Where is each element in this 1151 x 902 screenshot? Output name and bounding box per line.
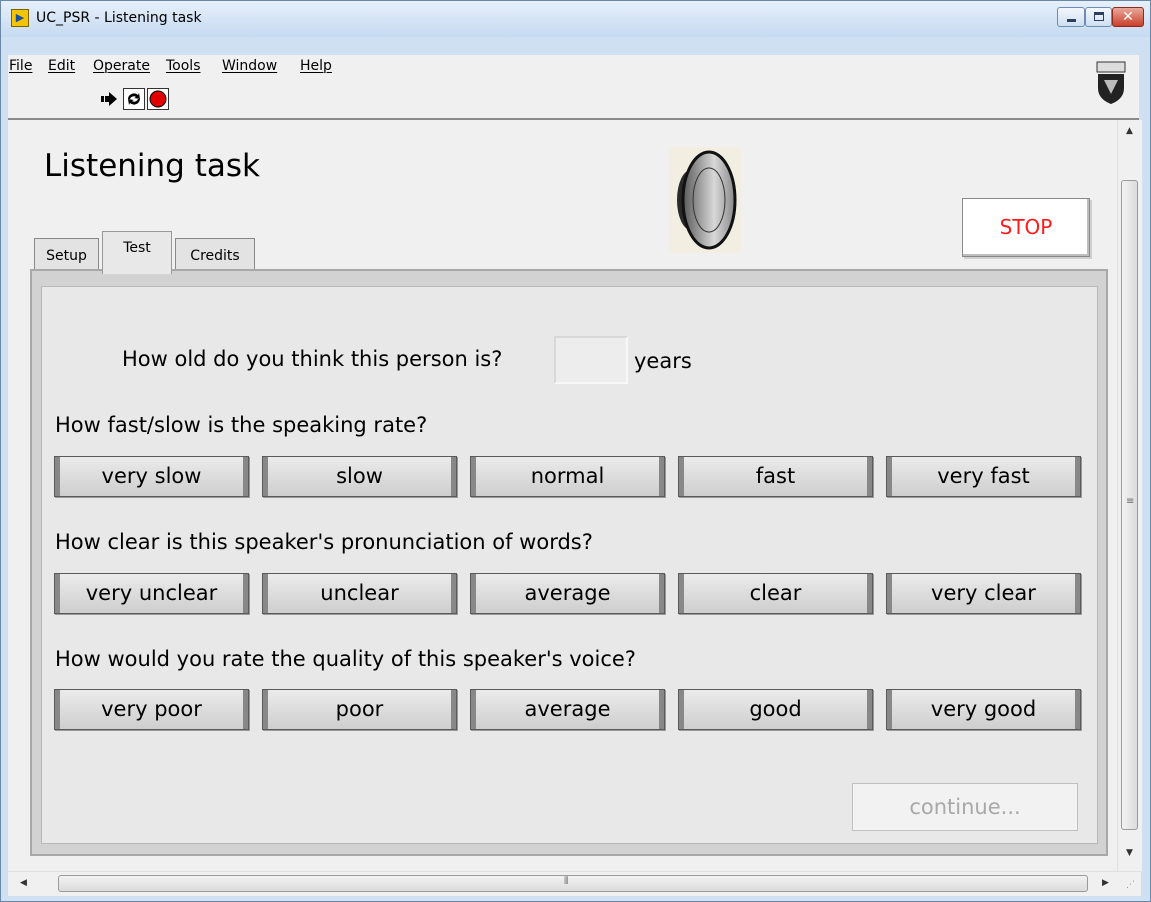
minimize-button[interactable]	[1057, 7, 1085, 27]
vertical-scrollbar[interactable]: ▲ ≡ ▼	[1117, 120, 1142, 871]
scroll-left-icon[interactable]: ◀	[20, 878, 27, 888]
menu-operate[interactable]: Operate	[93, 58, 150, 74]
scroll-down-icon[interactable]: ▼	[1126, 848, 1133, 858]
scroll-right-icon[interactable]: ▶	[1102, 878, 1109, 888]
menu-help[interactable]: Help	[300, 58, 332, 74]
tab-setup[interactable]: Setup	[34, 238, 99, 271]
labview-icon: ▶	[11, 9, 29, 27]
menu-file[interactable]: File	[9, 58, 32, 74]
scroll-up-icon[interactable]: ▲	[1126, 126, 1133, 136]
rate-normal-button[interactable]: normal	[470, 456, 665, 497]
age-unit-label: years	[634, 349, 692, 373]
horizontal-scroll-thumb[interactable]: ⦀	[58, 875, 1088, 892]
maximize-button[interactable]	[1085, 7, 1112, 27]
rate-very-fast-button[interactable]: very fast	[886, 456, 1081, 497]
quality-very-poor-button[interactable]: very poor	[54, 689, 249, 730]
clarity-average-button[interactable]: average	[470, 573, 665, 614]
run-continuously-icon[interactable]	[123, 88, 145, 110]
horizontal-scrollbar[interactable]: ◀ ⦀ ▶ ⋰	[8, 871, 1141, 896]
vertical-scroll-thumb[interactable]: ≡	[1121, 180, 1138, 830]
quality-average-button[interactable]: average	[470, 689, 665, 730]
menu-edit[interactable]: Edit	[48, 58, 75, 74]
quality-poor-button[interactable]: poor	[262, 689, 457, 730]
university-logo	[1095, 58, 1127, 116]
clarity-question: How clear is this speaker's pronunciatio…	[55, 530, 593, 554]
rate-fast-button[interactable]: fast	[678, 456, 873, 497]
quality-very-good-button[interactable]: very good	[886, 689, 1081, 730]
resize-grip-icon[interactable]: ⋰	[1126, 880, 1135, 890]
title-bar[interactable]: ▶ UC_PSR - Listening task ✕	[1, 1, 1150, 37]
window-title: UC_PSR - Listening task	[36, 10, 202, 26]
close-button[interactable]: ✕	[1112, 7, 1144, 27]
menu-tools[interactable]: Tools	[166, 58, 201, 74]
page-title: Listening task	[44, 148, 260, 184]
application-window: ▶ UC_PSR - Listening task ✕ File Edit Op…	[0, 0, 1151, 902]
rate-very-slow-button[interactable]: very slow	[54, 456, 249, 497]
minimize-icon	[1067, 19, 1076, 22]
grip-icon: ⦀	[564, 876, 569, 887]
tab-test[interactable]: Test	[102, 231, 172, 274]
age-question: How old do you think this person is?	[122, 347, 503, 371]
quality-question: How would you rate the quality of this s…	[55, 647, 636, 671]
stop-button[interactable]: STOP	[962, 198, 1090, 257]
quality-good-button[interactable]: good	[678, 689, 873, 730]
clarity-very-unclear-button[interactable]: very unclear	[54, 573, 249, 614]
abort-icon[interactable]	[147, 88, 169, 110]
rate-question: How fast/slow is the speaking rate?	[55, 413, 428, 437]
front-panel: Listening task STOP Setup Test Credits H…	[8, 120, 1117, 871]
tab-credits[interactable]: Credits	[175, 238, 255, 271]
maximize-icon	[1094, 12, 1104, 21]
clarity-clear-button[interactable]: clear	[678, 573, 873, 614]
speaker-icon	[669, 147, 741, 253]
close-icon: ✕	[1122, 9, 1134, 25]
continue-button[interactable]: continue...	[852, 783, 1078, 831]
clarity-very-clear-button[interactable]: very clear	[886, 573, 1081, 614]
run-arrow-icon[interactable]	[99, 88, 121, 110]
menu-window[interactable]: Window	[222, 58, 277, 74]
toolbar	[8, 80, 1139, 120]
age-input[interactable]	[554, 336, 628, 384]
grip-icon: ≡	[1126, 496, 1135, 507]
menu-bar: File Edit Operate Tools Window Help	[8, 55, 1139, 80]
rate-slow-button[interactable]: slow	[262, 456, 457, 497]
clarity-unclear-button[interactable]: unclear	[262, 573, 457, 614]
